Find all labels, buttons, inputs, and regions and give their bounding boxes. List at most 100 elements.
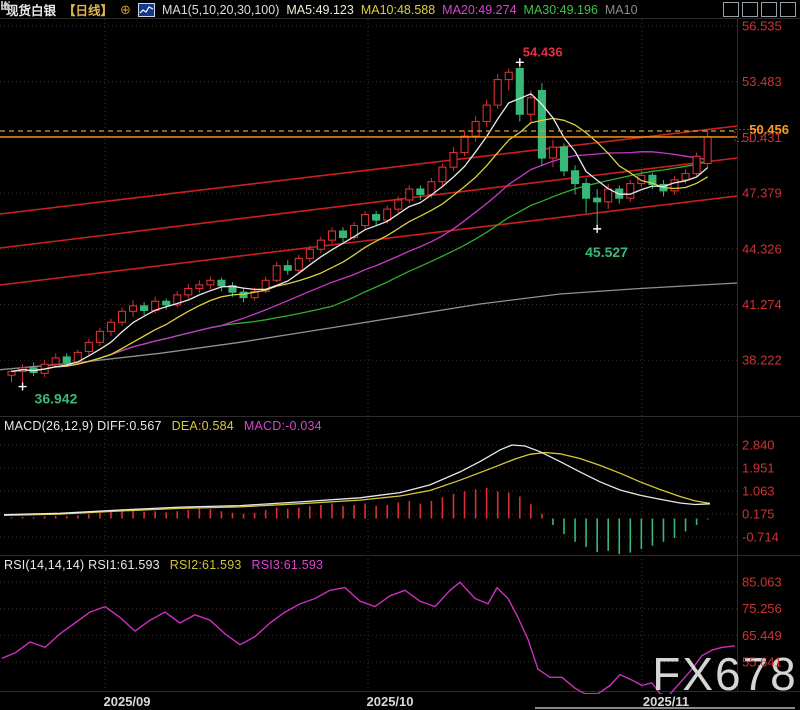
candle[interactable] [163, 301, 170, 305]
macd-macd-value: MACD:-0.034 [244, 419, 322, 433]
macd-axis-label: 2.840 [742, 438, 775, 453]
candle[interactable] [130, 306, 137, 311]
candle[interactable] [306, 249, 313, 258]
ma30-line [12, 162, 708, 372]
candle[interactable] [328, 231, 335, 240]
rsi-axis-label: 75.256 [742, 601, 782, 616]
candle[interactable] [627, 184, 634, 199]
macd-axis-label: 1.063 [742, 484, 775, 499]
ma5-line [12, 94, 708, 372]
candle[interactable] [96, 331, 103, 342]
macd-diff-line [4, 445, 710, 515]
price-axis-label: 56.535 [742, 19, 782, 34]
candle[interactable] [472, 122, 479, 137]
macd-axis-label: 1.951 [742, 461, 775, 476]
high-annotation: 54.436 [523, 44, 563, 59]
candle[interactable] [693, 156, 700, 173]
candle[interactable] [494, 80, 501, 106]
step-forward-icon[interactable] [780, 2, 796, 17]
candle[interactable] [85, 342, 92, 351]
ma100-value: MA10 [605, 3, 638, 17]
candle[interactable] [395, 200, 402, 209]
ma5-value: MA5:49.123 [286, 3, 353, 17]
candle[interactable] [671, 180, 678, 191]
candle[interactable] [284, 266, 291, 271]
candle[interactable] [119, 311, 126, 322]
date-axis-label[interactable]: 2025/10 [367, 694, 414, 709]
price-axis-label: 53.483 [742, 74, 782, 89]
candle[interactable] [107, 322, 114, 331]
macd-pane-header: MACD(26,12,9) DIFF:0.567 DEA:0.584 MACD:… [4, 419, 322, 433]
macd-axis-label: 0.175 [742, 507, 775, 522]
rsi-axis-label: 65.449 [742, 628, 782, 643]
candle[interactable] [461, 136, 468, 152]
rsi-pane-header: RSI(14,14,14) RSI1:61.593 RSI2:61.593 RS… [4, 558, 323, 572]
candle[interactable] [538, 91, 545, 159]
candle[interactable] [52, 358, 59, 364]
candle[interactable] [362, 215, 369, 226]
candle[interactable] [185, 289, 192, 295]
macd-axis-label: -0.714 [742, 530, 779, 545]
zoom-x-axis-icon[interactable] [742, 2, 758, 17]
instrument-title: 现货白银 [6, 0, 56, 19]
candle[interactable] [406, 189, 413, 200]
candle[interactable] [141, 306, 148, 311]
candle[interactable] [594, 198, 601, 202]
grid-layer [0, 19, 800, 692]
candle[interactable] [483, 105, 490, 121]
candle[interactable] [273, 266, 280, 281]
chart-header: 现货白银 【日线】 ⊕ MA1(5,10,20,30,100) MA5:49.1… [0, 0, 800, 19]
candle[interactable] [373, 215, 380, 220]
ma30-value: MA30:49.196 [524, 3, 598, 17]
candle[interactable] [317, 240, 324, 249]
pan-tool-icon[interactable] [723, 2, 739, 17]
period-label[interactable]: 【日线】 [63, 0, 113, 19]
rsi-formula-rsi1: RSI(14,14,14) RSI1:61.593 [4, 558, 160, 572]
chart-toolbar [723, 2, 800, 17]
price-axis-label: 44.326 [742, 241, 782, 256]
rsi3-value: RSI3:61.593 [252, 558, 324, 572]
chart-type-icon[interactable] [138, 3, 155, 17]
candle[interactable] [572, 171, 579, 184]
candle[interactable] [8, 372, 15, 376]
low-annotation: 45.527 [585, 244, 628, 260]
start-low-annotation: 36.942 [35, 391, 78, 407]
price-axis-label: 50.431 [742, 130, 782, 145]
zoom-y-axis-icon[interactable] [761, 2, 777, 17]
extreme-marker-icon [516, 58, 524, 66]
candle[interactable] [561, 147, 568, 171]
candle[interactable] [218, 280, 225, 285]
candle[interactable] [505, 72, 512, 79]
candle[interactable] [340, 231, 347, 237]
candle[interactable] [583, 184, 590, 199]
extreme-marker-icon [593, 225, 601, 233]
candle[interactable] [605, 189, 612, 202]
crosshair-toggle-icon[interactable]: ⊕ [120, 3, 131, 16]
ma-settings-label[interactable]: MA1(5,10,20,30,100) [162, 3, 279, 17]
ma20-value: MA20:49.274 [442, 3, 516, 17]
trading-app-window: 现货白银 【日线】 ⊕ MA1(5,10,20,30,100) MA5:49.1… [0, 0, 800, 710]
candle[interactable] [196, 285, 203, 289]
candle[interactable] [439, 167, 446, 182]
price-axis-label: 41.274 [742, 297, 782, 312]
candle[interactable] [450, 153, 457, 168]
chart-canvas[interactable]: 54.43645.52736.94250.45656.53553.48350.4… [0, 0, 800, 710]
candle[interactable] [207, 280, 214, 285]
candle[interactable] [704, 137, 711, 164]
candle[interactable] [417, 189, 424, 194]
candle[interactable] [549, 147, 556, 158]
candle[interactable] [516, 69, 523, 115]
price-axis-label: 38.222 [742, 353, 782, 368]
extreme-marker-icon [19, 383, 27, 391]
candle[interactable] [682, 174, 689, 180]
candle[interactable] [63, 357, 70, 362]
ma10-value: MA10:48.588 [361, 3, 435, 17]
candle[interactable] [384, 209, 391, 220]
candle[interactable] [295, 258, 302, 270]
candle[interactable] [527, 98, 534, 114]
price-axis-label: 47.379 [742, 186, 782, 201]
rsi-axis-label: 85.063 [742, 575, 782, 590]
date-axis-label[interactable]: 2025/11 [643, 694, 689, 709]
labels-layer: 54.43645.52736.94250.45656.53553.48350.4… [19, 19, 798, 710]
date-axis-label[interactable]: 2025/09 [104, 694, 151, 709]
